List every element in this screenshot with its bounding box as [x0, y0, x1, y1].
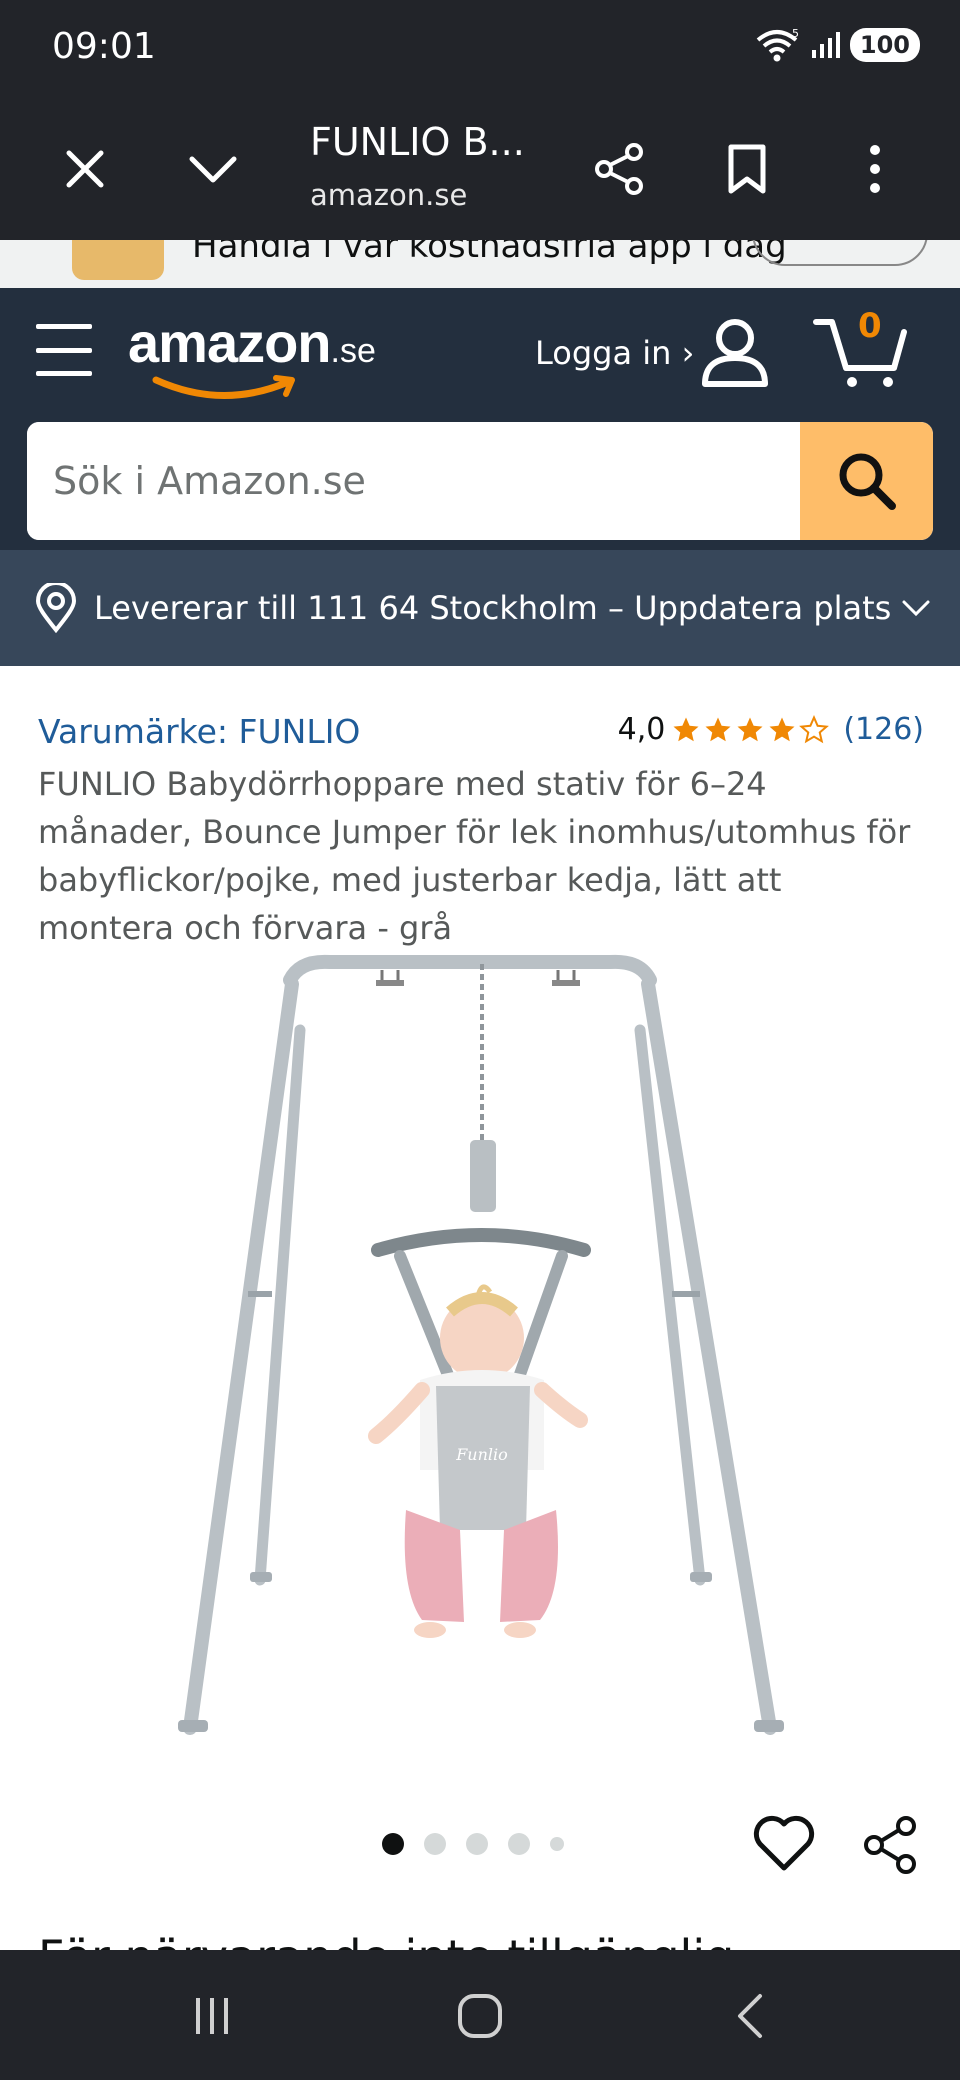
cart-count: 0 [858, 306, 882, 346]
star-icon [705, 717, 731, 741]
star-icon [737, 717, 763, 741]
rating-summary[interactable]: 4,0 (126) [618, 712, 924, 747]
browser-toolbar: FUNLIO B... amazon.se [0, 98, 960, 240]
carousel-dot[interactable] [550, 1837, 564, 1851]
system-nav-bar [0, 1950, 960, 2080]
product-title: FUNLIO Babydörrhoppare med stativ för 6–… [38, 765, 911, 947]
carousel-dot[interactable] [424, 1833, 446, 1855]
amazon-header: amazon.se Logga in › 0 [0, 288, 960, 550]
search-bar [27, 422, 933, 540]
rating-count: (126) [843, 712, 924, 747]
status-time: 09:01 [52, 26, 156, 67]
bookmark-icon[interactable] [712, 134, 782, 204]
share-icon[interactable] [860, 1814, 922, 1876]
close-icon[interactable] [50, 134, 120, 204]
app-banner-text: Handla i vår kostnadsfria app i dag [192, 240, 787, 266]
sign-in-link[interactable]: Logga in › [535, 334, 694, 372]
star-empty-icon [799, 714, 830, 743]
carousel-dot[interactable] [382, 1833, 404, 1855]
wifi-icon: 5 [756, 28, 799, 62]
app-banner-button[interactable] [752, 240, 928, 266]
app-logo [72, 240, 164, 280]
carousel-dot[interactable] [466, 1833, 488, 1855]
search-button[interactable] [800, 422, 933, 540]
cart-button[interactable]: 0 [812, 306, 912, 390]
carousel-dot[interactable] [508, 1833, 530, 1855]
delivery-location-bar[interactable]: Levererar till 111 64 Stockholm – Uppdat… [0, 550, 960, 666]
app-download-banner[interactable]: Handla i vår kostnadsfria app i dag [0, 240, 960, 288]
home-icon[interactable] [448, 1984, 512, 2048]
recents-icon[interactable] [180, 1984, 244, 2048]
delivery-text: Levererar till 111 64 Stockholm – Uppdat… [94, 589, 892, 627]
more-vertical-icon[interactable] [840, 134, 910, 204]
logo-main: amazon [128, 311, 331, 374]
signal-icon [811, 32, 840, 58]
amazon-logo[interactable]: amazon.se [128, 310, 376, 399]
star-icon [673, 717, 699, 741]
product-image[interactable]: Funlio [160, 950, 800, 1750]
battery-indicator: 100 [849, 28, 920, 62]
star-icon [769, 717, 795, 741]
search-input[interactable] [27, 422, 800, 540]
brand-link[interactable]: Varumärke: FUNLIO [38, 712, 360, 751]
star-rating [671, 714, 830, 745]
user-icon[interactable] [700, 316, 770, 388]
chevron-down-icon[interactable] [178, 134, 248, 204]
hamburger-menu-icon[interactable] [36, 324, 92, 376]
chevron-down-icon [902, 600, 930, 617]
brand-rating-row: Varumärke: FUNLIO 4,0 (126) [38, 710, 924, 758]
heart-icon[interactable] [752, 1814, 816, 1874]
back-icon[interactable] [718, 1984, 782, 2048]
status-bar: 09:01 5 100 [0, 0, 960, 98]
browser-page-title[interactable]: FUNLIO B... [310, 120, 525, 164]
rating-value: 4,0 [617, 712, 666, 747]
browser-url[interactable]: amazon.se [310, 178, 467, 212]
location-pin-icon [35, 583, 77, 633]
network-type-label: 5 [792, 28, 799, 40]
search-icon [839, 453, 896, 510]
logo-smile [152, 375, 295, 399]
logo-tld: .se [330, 332, 376, 370]
share-icon[interactable] [584, 134, 654, 204]
status-icons: 5 100 [754, 28, 920, 62]
image-carousel-dots [382, 1833, 564, 1855]
harness-brand-text: Funlio [455, 1445, 508, 1464]
